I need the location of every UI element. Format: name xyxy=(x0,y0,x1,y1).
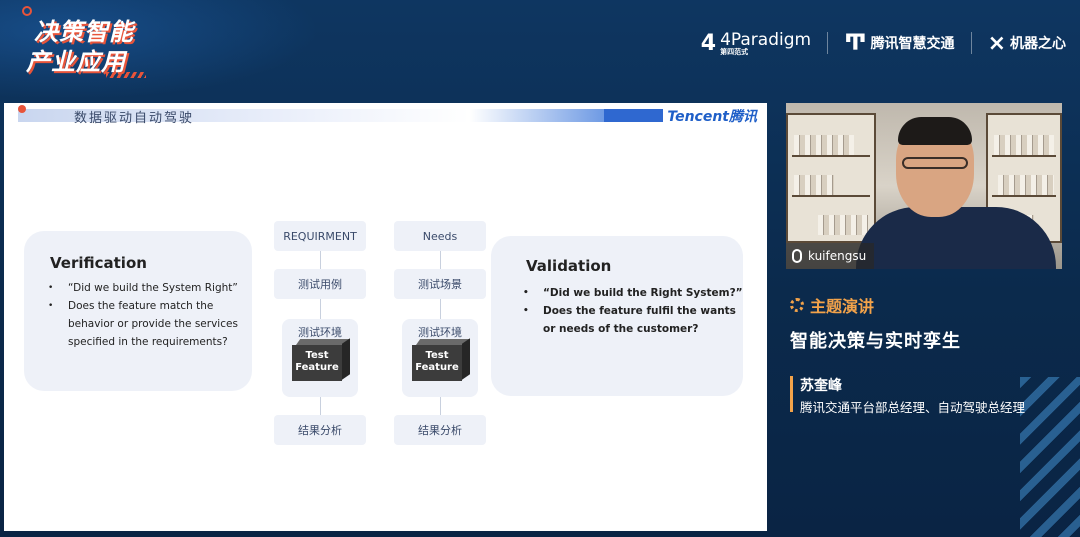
decorative-stripes xyxy=(1020,377,1080,537)
location-pin-icon xyxy=(18,105,26,113)
speaker-accent-bar xyxy=(790,376,793,412)
connector-line xyxy=(440,299,441,319)
gear-icon xyxy=(790,298,804,312)
validation-title: Validation xyxy=(526,257,612,275)
sponsor-divider xyxy=(827,32,829,54)
flow-step: 结果分析 xyxy=(274,415,366,445)
tencent-transport-logo-icon: Ͳ xyxy=(844,30,867,56)
flow-head: REQUIRMENT xyxy=(274,221,366,251)
validation-card: Validation “Did we build the Right Syste… xyxy=(491,236,743,396)
flow-step: 测试环境 xyxy=(418,326,462,339)
connector-line xyxy=(320,397,321,415)
validation-list: “Did we build the Right System?” Does th… xyxy=(521,284,743,338)
connector-line xyxy=(320,299,321,319)
sponsor-name: 机器之心 xyxy=(1010,36,1066,52)
cube-label-line1: Test xyxy=(305,350,329,361)
cube-label-line2: Feature xyxy=(415,362,459,373)
test-env-box: 测试环境 Test Feature xyxy=(402,319,478,397)
presentation-slide: 数据驱动自动驾驶 Tencent腾讯 Verification “Did we … xyxy=(4,103,767,531)
sponsor-jiqizhixin: ⨯ 机器之心 xyxy=(988,31,1066,56)
speaker-name: 苏奎峰 xyxy=(800,378,842,394)
topic-label-text: 主题演讲 xyxy=(810,297,875,316)
cube-icon: Test Feature xyxy=(412,338,471,381)
cube-label-line1: Test xyxy=(425,350,449,361)
connector-line xyxy=(320,251,321,269)
sponsor-logos: 4 4Paradigm 第四范式 Ͳ 腾讯智慧交通 ⨯ 机器之心 xyxy=(701,30,1066,56)
slide-header: 数据驱动自动驾驶 Tencent腾讯 xyxy=(4,103,767,126)
connector-line xyxy=(440,251,441,269)
test-env-block: 测试环境 Test Feature xyxy=(394,319,486,397)
bookshelf xyxy=(786,113,876,243)
slide-title: 数据驱动自动驾驶 xyxy=(74,111,195,126)
logo-decoration xyxy=(106,72,146,78)
jiqizhixin-logo-icon: ⨯ xyxy=(987,30,1006,56)
speaker-hair xyxy=(898,117,972,145)
logo-circle-icon xyxy=(22,6,32,16)
list-item: “Did we build the Right System?” xyxy=(521,284,743,302)
list-item: “Did we build the System Right” xyxy=(46,279,251,297)
sponsor-name: 4Paradigm xyxy=(720,30,812,50)
list-item: Does the feature match the behavior or p… xyxy=(46,297,251,351)
speaker-glasses xyxy=(902,157,968,169)
event-logo: 决策智能 产业应用 xyxy=(22,4,172,86)
participant-name: kuifengsu xyxy=(808,249,867,263)
participant-name-tag: kuifengsu xyxy=(786,243,875,269)
sponsor-4paradigm: 4 4Paradigm 第四范式 xyxy=(701,30,811,56)
flow-step: 结果分析 xyxy=(394,415,486,445)
verification-list: “Did we build the System Right” Does the… xyxy=(46,279,251,351)
cube-icon: Test Feature xyxy=(292,338,351,381)
cube-label-line2: Feature xyxy=(295,362,339,373)
flow-step: 测试环境 xyxy=(298,326,342,339)
verification-title: Verification xyxy=(50,254,147,272)
test-env-box: 测试环境 Test Feature xyxy=(282,319,358,397)
sponsor-name: 腾讯智慧交通 xyxy=(870,36,955,52)
flow-step: 测试场景 xyxy=(394,269,486,299)
topic-label: 主题演讲 xyxy=(790,293,874,317)
speaker-body xyxy=(856,207,1056,269)
speaker-video: kuifengsu xyxy=(786,103,1062,269)
speaker-role: 腾讯交通平台部总经理、自动驾驶总经理 xyxy=(800,400,1026,415)
flow-head: Needs xyxy=(394,221,486,251)
talk-title: 智能决策与实时孪生 xyxy=(790,331,961,352)
header-bar-end xyxy=(604,109,663,122)
tencent-logo: Tencent腾讯 xyxy=(667,109,757,125)
microphone-icon xyxy=(792,249,802,263)
sponsor-tencent-transport: Ͳ 腾讯智慧交通 xyxy=(844,31,954,56)
list-item: Does the feature fulfil the wants or nee… xyxy=(521,302,743,338)
connector-line xyxy=(440,397,441,415)
flow-step: 测试用例 xyxy=(274,269,366,299)
verification-card: Verification “Did we build the System Ri… xyxy=(24,231,252,391)
paradigm-logo-icon: 4 xyxy=(700,30,717,56)
test-env-block: 测试环境 Test Feature xyxy=(274,319,366,397)
sponsor-divider xyxy=(970,32,972,54)
